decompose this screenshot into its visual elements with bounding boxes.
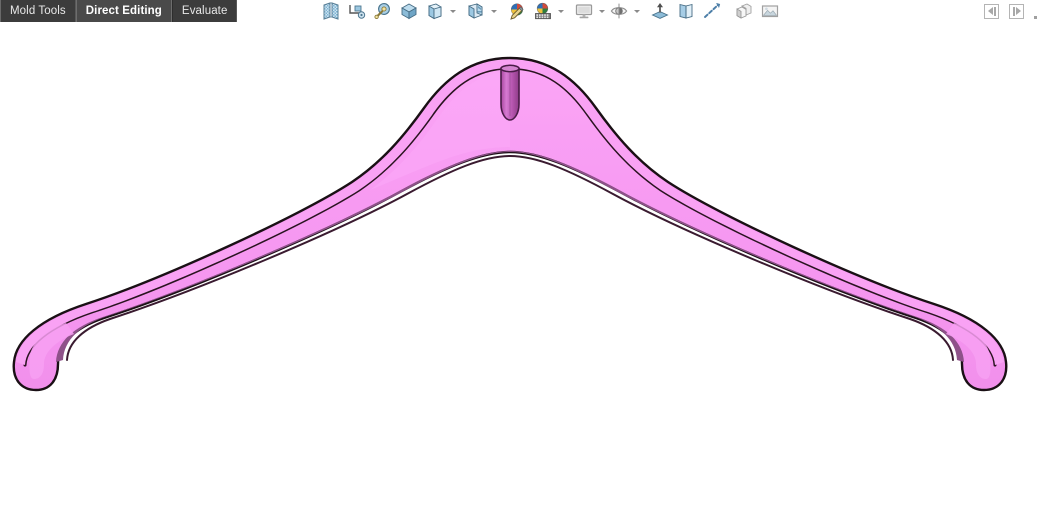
view-toolbar xyxy=(318,0,783,22)
hanger-bottom-inner-edge-left xyxy=(66,155,511,361)
graphics-viewport[interactable] xyxy=(0,22,1041,509)
collapse-left-panel-button[interactable] xyxy=(984,3,999,19)
display-style-icon[interactable] xyxy=(571,0,597,22)
overflow-dot[interactable] xyxy=(1034,16,1037,19)
hide-show-items-dropdown-caret[interactable] xyxy=(632,0,641,22)
panel-edge-bar xyxy=(1012,6,1015,16)
top-bar: Mold Tools Direct Editing Evaluate xyxy=(0,0,1041,22)
panel-edge-bar xyxy=(993,6,996,16)
mass-properties-icon[interactable] xyxy=(396,0,422,22)
chevron-right-icon xyxy=(1015,7,1021,15)
draft-analysis-icon[interactable] xyxy=(463,0,489,22)
section-view-icon[interactable] xyxy=(422,0,448,22)
parting-surface-icon[interactable] xyxy=(318,0,344,22)
tab-direct-editing[interactable]: Direct Editing xyxy=(75,0,172,22)
tab-direct-editing-label: Direct Editing xyxy=(85,5,162,17)
ruled-surface-icon[interactable] xyxy=(344,0,370,22)
panel-nav-controls xyxy=(984,0,1037,22)
perspective-icon[interactable] xyxy=(699,0,725,22)
hanger-bottom-edge-band-right xyxy=(510,151,964,362)
draft-analysis-dropdown-caret[interactable] xyxy=(489,0,498,22)
edit-appearance-icon[interactable] xyxy=(504,0,530,22)
hide-show-items-icon[interactable] xyxy=(606,0,632,22)
chevron-left-icon xyxy=(987,7,993,15)
apply-scene-icon[interactable] xyxy=(647,0,673,22)
tab-mold-tools-label: Mold Tools xyxy=(10,5,66,17)
measure-icon[interactable] xyxy=(370,0,396,22)
view-orientation-icon[interactable] xyxy=(673,0,699,22)
cad-application-window: Mold Tools Direct Editing Evaluate xyxy=(0,0,1041,509)
edit-scene-icon[interactable] xyxy=(530,0,556,22)
display-style-dropdown-caret[interactable] xyxy=(597,0,606,22)
hanger-bottom-edge-band-left xyxy=(56,151,510,362)
ribbon-tab-strip: Mold Tools Direct Editing Evaluate xyxy=(0,0,238,22)
tab-mold-tools[interactable]: Mold Tools xyxy=(0,0,76,22)
expand-right-panel-button[interactable] xyxy=(1009,3,1024,19)
hanger-hook-stub-top xyxy=(500,64,520,73)
hanger-bottom-inner-edge-right xyxy=(509,155,954,361)
section-view-dropdown-caret[interactable] xyxy=(448,0,457,22)
edit-scene-dropdown-caret[interactable] xyxy=(556,0,565,22)
tab-evaluate[interactable]: Evaluate xyxy=(171,0,238,22)
viewport-image-icon[interactable] xyxy=(757,0,783,22)
hidden-lines-icon[interactable] xyxy=(731,0,757,22)
tab-evaluate-label: Evaluate xyxy=(181,5,228,17)
clothes-hanger-model[interactable] xyxy=(0,22,1041,509)
